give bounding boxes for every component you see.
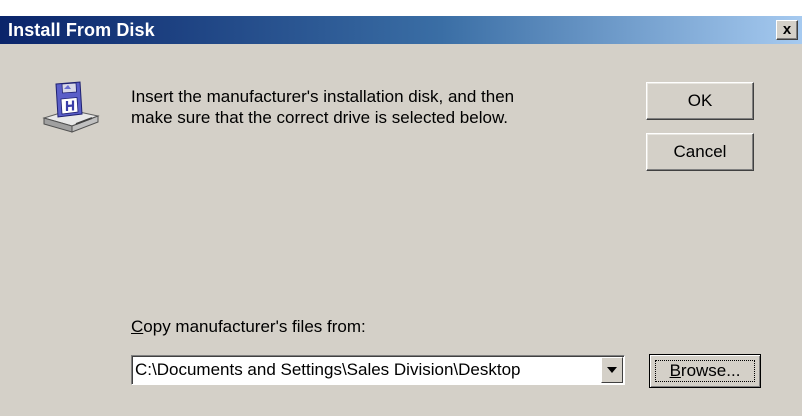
copy-from-path[interactable]: C:\Documents and Settings\Sales Division… [135, 360, 595, 380]
install-from-disk-dialog: Install From Disk x Insert the manufactu… [0, 0, 802, 416]
window-title: Install From Disk [8, 20, 155, 40]
browse-focus-rect: Browse... [655, 360, 755, 382]
close-icon: x [782, 21, 792, 38]
chevron-down-icon[interactable] [601, 357, 623, 383]
close-button[interactable]: x [776, 20, 798, 40]
instruction-line-1: Insert the manufacturer's installation d… [131, 87, 515, 106]
copy-from-accesskey: C [131, 317, 144, 336]
copy-from-combobox[interactable]: C:\Documents and Settings\Sales Division… [131, 355, 625, 385]
copy-from-label-text: opy manufacturer's files from: [143, 317, 366, 336]
ok-button[interactable]: OK [646, 82, 754, 120]
cancel-button[interactable]: Cancel [646, 133, 754, 171]
instruction-line-2: make sure that the correct drive is sele… [131, 108, 509, 127]
backdrop [0, 0, 802, 16]
browse-button[interactable]: Browse... [649, 354, 761, 388]
browse-accesskey: B [669, 361, 681, 380]
instruction-text: Insert the manufacturer's installation d… [131, 86, 611, 128]
title-bar[interactable]: Install From Disk x [0, 16, 802, 44]
install-disk-icon [42, 81, 100, 133]
browse-label: rowse... [680, 361, 741, 380]
copy-from-label: Copy manufacturer's files from: [131, 317, 366, 337]
